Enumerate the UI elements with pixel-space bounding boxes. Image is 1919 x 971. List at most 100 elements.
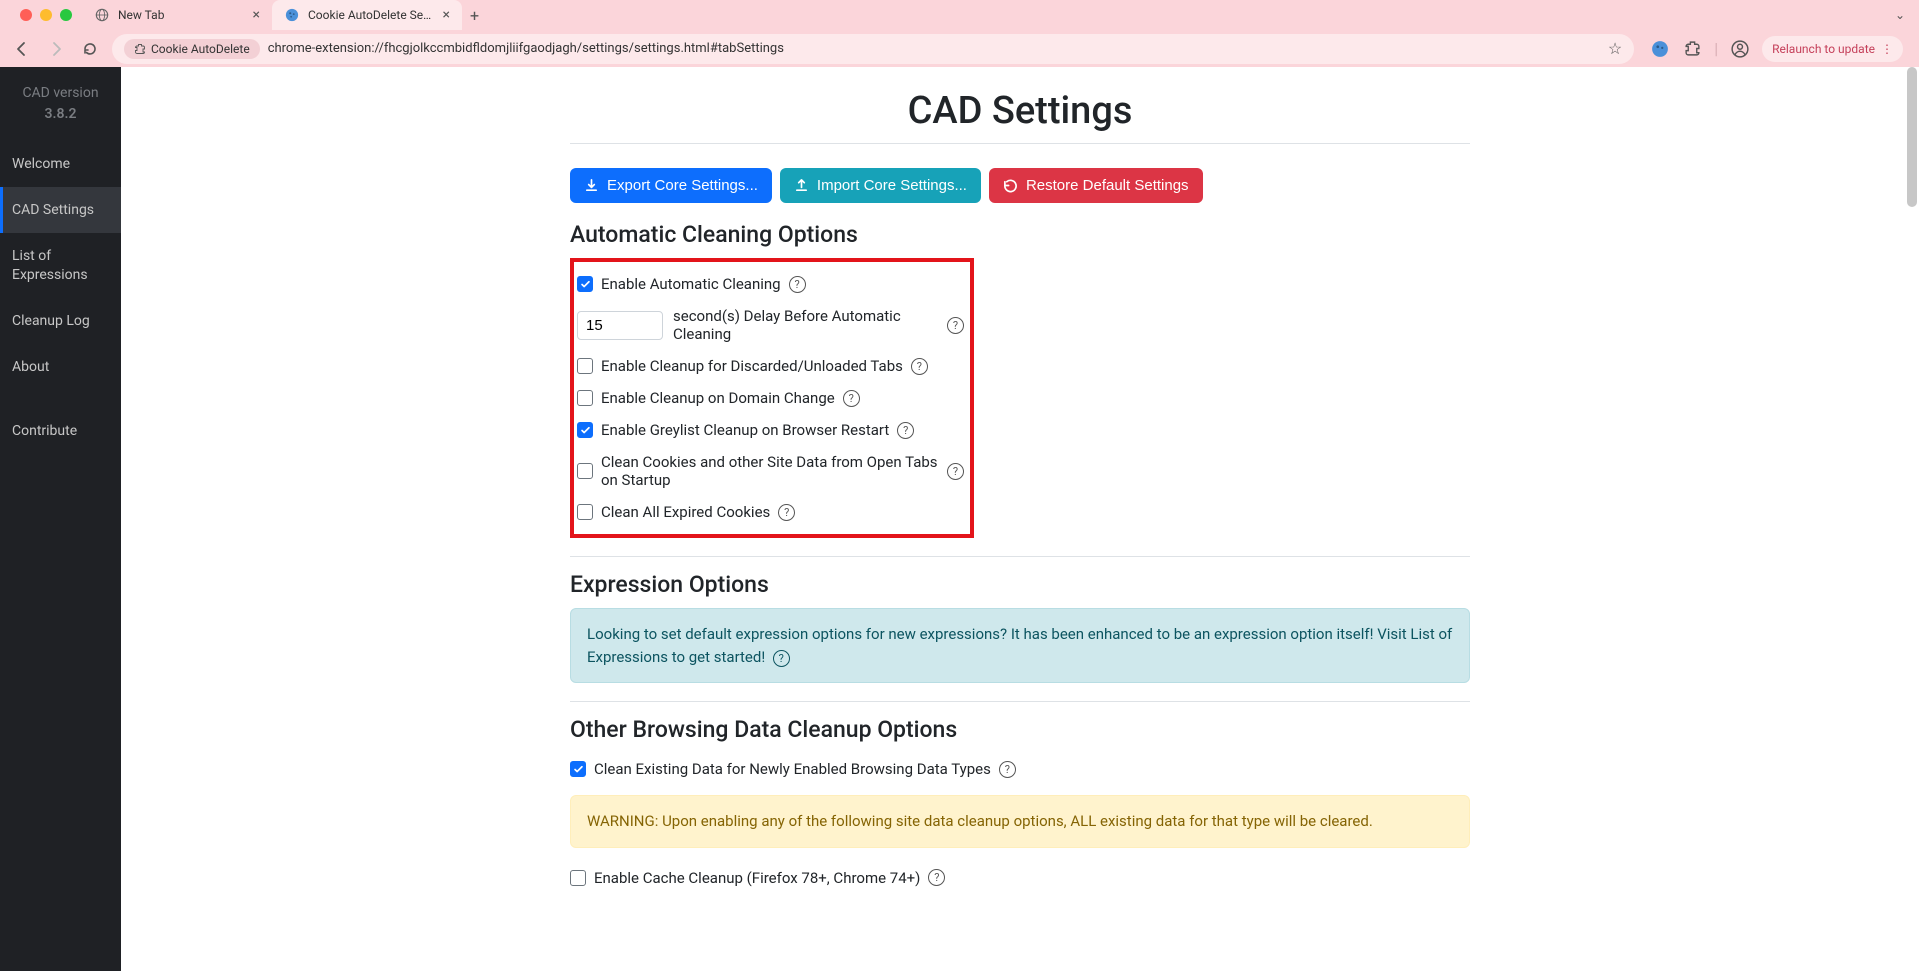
reload-button[interactable] [78, 37, 102, 61]
tab-title: Cookie AutoDelete Settings [308, 8, 435, 22]
expression-options-heading: Expression Options [570, 571, 1470, 598]
opt-label: Clean Cookies and other Site Data from O… [601, 453, 939, 489]
opt-label: Enable Greylist Cleanup on Browser Resta… [601, 421, 889, 439]
close-icon[interactable]: × [253, 7, 260, 23]
settings-button-row: Export Core Settings... Import Core Sett… [570, 168, 1470, 203]
checkbox-startup[interactable] [577, 463, 593, 479]
checkbox-domain-change[interactable] [577, 390, 593, 406]
minimize-window-icon[interactable] [40, 9, 52, 21]
scrollbar[interactable] [1905, 67, 1919, 971]
menu-dots-icon: ⋮ [1881, 42, 1893, 56]
tab-strip: New Tab × Cookie AutoDelete Settings × +… [0, 0, 1919, 30]
app-body: CAD version 3.8.2 Welcome CAD Settings L… [0, 67, 1919, 971]
opt-enable-auto: Enable Automatic Cleaning ? [577, 268, 964, 300]
help-icon[interactable]: ? [999, 761, 1016, 778]
checkbox-greylist[interactable] [577, 422, 593, 438]
close-window-icon[interactable] [20, 9, 32, 21]
version-label: CAD version [8, 83, 113, 104]
sidebar-item-about[interactable]: About [0, 344, 121, 390]
help-icon[interactable]: ? [773, 650, 790, 667]
opt-label: Enable Automatic Cleaning [601, 275, 781, 293]
delay-label: second(s) Delay Before Automatic Cleanin… [673, 307, 939, 343]
opt-clean-existing: Clean Existing Data for Newly Enabled Br… [570, 753, 1470, 785]
extension-name: Cookie AutoDelete [151, 42, 250, 56]
globe-icon [94, 7, 110, 23]
opt-expired: Clean All Expired Cookies ? [577, 496, 964, 528]
help-icon[interactable]: ? [897, 422, 914, 439]
help-icon[interactable]: ? [789, 276, 806, 293]
other-cleanup-heading: Other Browsing Data Cleanup Options [570, 716, 1470, 743]
forward-button[interactable] [44, 37, 68, 61]
close-icon[interactable]: × [443, 7, 450, 23]
help-icon[interactable]: ? [947, 463, 964, 480]
sidebar-item-contribute[interactable]: Contribute [0, 408, 121, 454]
checkbox-discarded[interactable] [577, 358, 593, 374]
opt-greylist: Enable Greylist Cleanup on Browser Resta… [577, 414, 964, 446]
opt-label: Enable Cache Cleanup (Firefox 78+, Chrom… [594, 869, 920, 887]
tab-new-tab[interactable]: New Tab × [82, 0, 272, 30]
checkbox-clean-existing[interactable] [570, 761, 586, 777]
back-button[interactable] [10, 37, 34, 61]
maximize-window-icon[interactable] [60, 9, 72, 21]
new-tab-button[interactable]: + [462, 2, 487, 29]
warning-alert: WARNING: Upon enabling any of the follow… [570, 795, 1470, 848]
sidebar-item-cad-settings[interactable]: CAD Settings [0, 187, 121, 233]
bookmark-icon[interactable]: ☆ [1608, 39, 1622, 58]
checkbox-cache[interactable] [570, 870, 586, 886]
restore-label: Restore Default Settings [1026, 177, 1189, 194]
window-controls [10, 9, 82, 21]
browser-chrome: New Tab × Cookie AutoDelete Settings × +… [0, 0, 1919, 67]
toolbar: Cookie AutoDelete chrome-extension://fhc… [0, 30, 1919, 67]
sidebar-item-expressions[interactable]: List of Expressions [0, 233, 121, 297]
opt-label: Enable Cleanup on Domain Change [601, 389, 835, 407]
opt-label: Enable Cleanup for Discarded/Unloaded Ta… [601, 357, 903, 375]
relaunch-label: Relaunch to update [1772, 42, 1875, 56]
tab-cad-settings[interactable]: Cookie AutoDelete Settings × [272, 0, 462, 30]
help-icon[interactable]: ? [947, 317, 964, 334]
extensions-icon[interactable] [1682, 39, 1702, 59]
highlight-box: Enable Automatic Cleaning ? second(s) De… [570, 258, 974, 538]
upload-icon [794, 178, 809, 193]
cookie-icon [284, 7, 300, 23]
checkbox-enable-auto[interactable] [577, 276, 593, 292]
undo-icon [1003, 178, 1018, 193]
opt-label: Clean Existing Data for Newly Enabled Br… [594, 760, 991, 778]
opt-domain-change: Enable Cleanup on Domain Change ? [577, 382, 964, 414]
opt-discarded: Enable Cleanup for Discarded/Unloaded Ta… [577, 350, 964, 382]
sidebar-item-cleanup-log[interactable]: Cleanup Log [0, 298, 121, 344]
warning-text: WARNING: Upon enabling any of the follow… [587, 812, 1373, 830]
divider [570, 556, 1470, 557]
export-label: Export Core Settings... [607, 177, 758, 194]
profile-icon[interactable] [1730, 39, 1750, 59]
version-number: 3.8.2 [8, 104, 113, 125]
help-icon[interactable]: ? [911, 358, 928, 375]
extension-icon [134, 43, 146, 55]
scrollbar-thumb[interactable] [1907, 67, 1917, 207]
download-icon [584, 178, 599, 193]
sidebar: CAD version 3.8.2 Welcome CAD Settings L… [0, 67, 121, 971]
delay-input[interactable] [577, 311, 663, 340]
opt-startup: Clean Cookies and other Site Data from O… [577, 446, 964, 496]
help-icon[interactable]: ? [928, 869, 945, 886]
opt-cache: Enable Cache Cleanup (Firefox 78+, Chrom… [570, 862, 1470, 894]
page-title: CAD Settings [570, 77, 1470, 144]
export-settings-button[interactable]: Export Core Settings... [570, 168, 772, 203]
address-bar[interactable]: Cookie AutoDelete chrome-extension://fhc… [112, 34, 1634, 64]
tab-title: New Tab [118, 8, 245, 22]
help-icon[interactable]: ? [778, 504, 795, 521]
auto-cleaning-heading: Automatic Cleaning Options [570, 221, 1470, 248]
app-icon[interactable] [1650, 39, 1670, 59]
url-text: chrome-extension://fhcgjolkccmbidfldomjl… [268, 41, 1600, 56]
version-block: CAD version 3.8.2 [0, 67, 121, 141]
sidebar-item-welcome[interactable]: Welcome [0, 141, 121, 187]
relaunch-button[interactable]: Relaunch to update ⋮ [1762, 36, 1903, 62]
opt-delay: second(s) Delay Before Automatic Cleanin… [577, 300, 964, 350]
extension-chip[interactable]: Cookie AutoDelete [124, 39, 260, 59]
tabs-dropdown-button[interactable]: ⌄ [1881, 8, 1919, 22]
content-area: CAD Settings Export Core Settings... Imp… [121, 67, 1919, 971]
restore-defaults-button[interactable]: Restore Default Settings [989, 168, 1203, 203]
import-settings-button[interactable]: Import Core Settings... [780, 168, 981, 203]
toolbar-actions: | Relaunch to update ⋮ [1644, 36, 1909, 62]
help-icon[interactable]: ? [843, 390, 860, 407]
checkbox-expired[interactable] [577, 504, 593, 520]
